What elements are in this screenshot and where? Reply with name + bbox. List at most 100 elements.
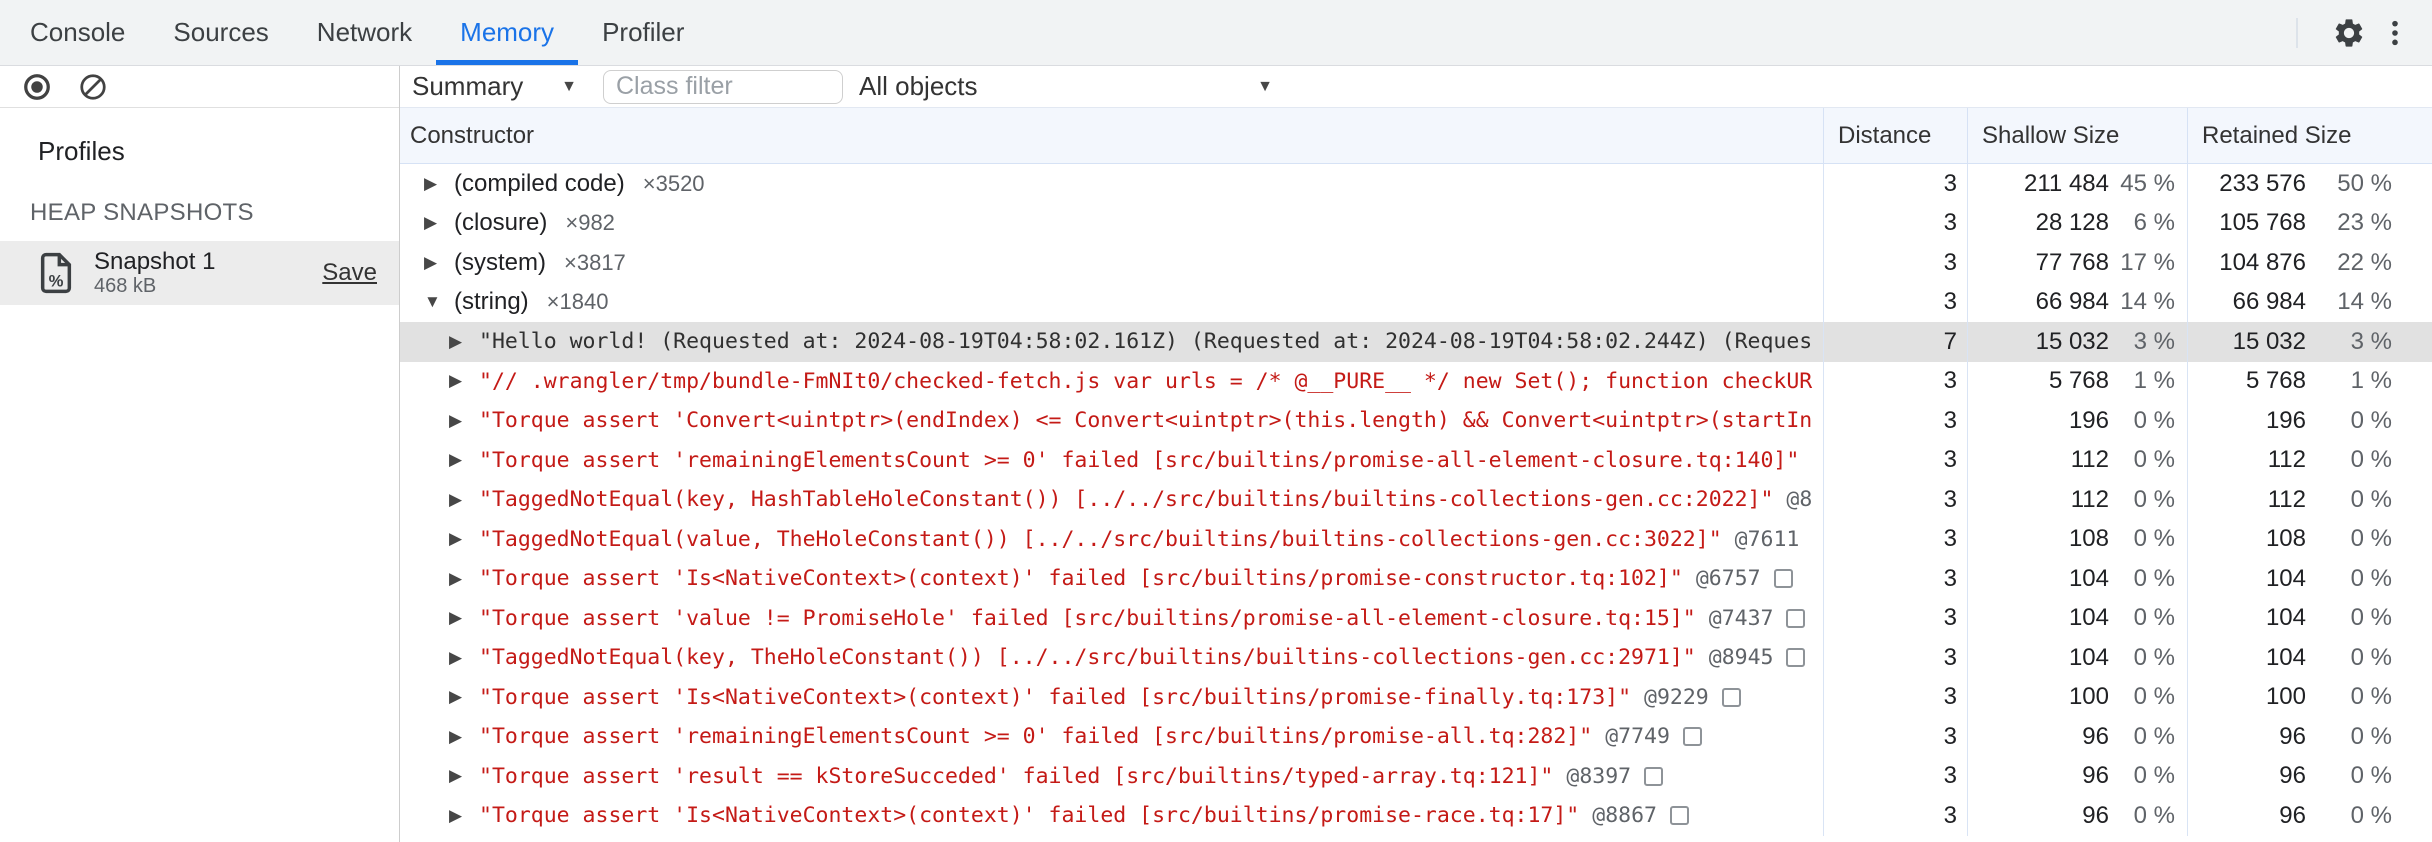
- size-percent: 14 %: [2120, 288, 2175, 316]
- expand-triangle-icon[interactable]: ▶: [449, 687, 479, 707]
- box-icon[interactable]: [1644, 766, 1664, 786]
- size-value: 104: [2068, 643, 2109, 671]
- expand-triangle-icon[interactable]: ▶: [424, 253, 454, 273]
- string-value: "Torque assert 'value != PromiseHole' fa…: [479, 605, 1696, 631]
- size-percent: 0 %: [2350, 683, 2392, 711]
- collapse-triangle-icon[interactable]: ▼: [424, 292, 454, 312]
- shallow-size-cell: 112 0 %: [1967, 440, 2187, 480]
- retained-size-cell: 112 0 %: [2187, 440, 2432, 480]
- size-percent: 3 %: [2133, 327, 2175, 355]
- table-row[interactable]: ▶ (system) ×3817 3 77 768 17 % 104 876 22 %: [400, 243, 2432, 283]
- size-percent: 0 %: [2350, 762, 2392, 790]
- distance-column-header[interactable]: Distance: [1823, 108, 1967, 163]
- heap-snapshot-item[interactable]: % Snapshot 1 468 kB Save: [0, 241, 399, 305]
- tab-profiler[interactable]: Profiler: [578, 0, 708, 65]
- table-row[interactable]: ▶ "Torque assert 'remainingElementsCount …: [400, 717, 2432, 757]
- expand-triangle-icon[interactable]: ▶: [449, 371, 479, 391]
- box-icon[interactable]: [1786, 608, 1806, 628]
- shallow-size-cell: 108 0 %: [1967, 519, 2187, 559]
- constructor-cell: ▶ "Torque assert 'Is<NativeContext>(conte…: [400, 678, 1823, 718]
- size-value: 15 032: [2232, 327, 2306, 355]
- size-percent: 0 %: [2133, 604, 2175, 632]
- retained-size-cell: 104 0 %: [2187, 598, 2432, 638]
- distance-cell: 3: [1823, 282, 1967, 322]
- table-row[interactable]: ▶ "Torque assert 'Is<NativeContext>(conte…: [400, 677, 2432, 718]
- object-id: @7437: [1708, 605, 1774, 631]
- table-row[interactable]: ▶ "Torque assert 'value != PromiseHole' f…: [400, 598, 2432, 638]
- tab-memory[interactable]: Memory: [436, 0, 578, 65]
- table-row[interactable]: ▶ "TaggedNotEqual(key, TheHoleConstant())…: [400, 638, 2432, 678]
- expand-triangle-icon[interactable]: ▶: [449, 332, 479, 352]
- record-icon: [24, 73, 50, 100]
- table-row[interactable]: ▶ "TaggedNotEqual(value, TheHoleConstant(…: [400, 519, 2432, 559]
- expand-triangle-icon[interactable]: ▶: [449, 608, 479, 628]
- size-percent: 0 %: [2350, 722, 2392, 750]
- object-filter-select[interactable]: All objects ▼: [859, 71, 1279, 102]
- class-filter-input[interactable]: [603, 69, 843, 104]
- size-value: 196: [2265, 406, 2306, 434]
- shallow-size-cell: 5 768 1 %: [1967, 361, 2187, 401]
- size-value: 15 032: [2035, 327, 2109, 355]
- tab-console[interactable]: Console: [6, 0, 149, 65]
- table-row[interactable]: ▶ (closure) ×982 3 28 128 6 % 105 768 23 %: [400, 203, 2432, 243]
- constructor-cell: ▶ "Torque assert 'result == kStoreSuccede…: [400, 757, 1823, 797]
- settings-button[interactable]: [2326, 10, 2372, 56]
- size-percent: 0 %: [2350, 643, 2392, 671]
- box-icon[interactable]: [1721, 687, 1741, 707]
- expand-triangle-icon[interactable]: ▶: [424, 174, 454, 194]
- size-value: 96: [2082, 722, 2109, 750]
- table-row[interactable]: ▶ (compiled code) ×3520 3 211 484 45 % 233 576…: [400, 164, 2432, 204]
- size-value: 112: [2267, 485, 2306, 513]
- string-value: "TaggedNotEqual(key, HashTableHoleConsta…: [479, 487, 1774, 513]
- constructor-column-header[interactable]: Constructor: [400, 122, 1823, 150]
- shallow-size-column-header[interactable]: Shallow Size: [1967, 108, 2187, 163]
- clear-profiles-button[interactable]: [70, 64, 116, 110]
- more-options-button[interactable]: [2372, 10, 2418, 56]
- size-percent: 0 %: [2350, 485, 2392, 513]
- size-percent: 0 %: [2350, 564, 2392, 592]
- expand-triangle-icon[interactable]: ▶: [449, 766, 479, 786]
- expand-triangle-icon[interactable]: ▶: [449, 450, 479, 470]
- retained-size-column-header[interactable]: Retained Size: [2187, 108, 2432, 163]
- table-row[interactable]: ▶ "Hello world! (Requested at: 2024-08-19…: [400, 322, 2432, 362]
- profiles-sidebar: Profiles HEAP SNAPSHOTS % Snapshot 1 468…: [0, 66, 400, 842]
- table-row[interactable]: ▼ (string) ×1840 3 66 984 14 % 66 984 14 %: [400, 282, 2432, 322]
- record-button[interactable]: [14, 64, 60, 110]
- shallow-size-cell: 100 0 %: [1967, 677, 2187, 717]
- expand-triangle-icon[interactable]: ▶: [449, 727, 479, 747]
- gear-icon: [2335, 18, 2363, 47]
- chevron-down-icon: ▼: [561, 77, 577, 95]
- table-row[interactable]: ▶ "Torque assert 'result == kStoreSuccede…: [400, 756, 2432, 797]
- size-percent: 0 %: [2350, 604, 2392, 632]
- size-percent: 0 %: [2133, 801, 2175, 829]
- table-row[interactable]: ▶ "Torque assert 'remainingElementsCount …: [400, 440, 2432, 480]
- box-icon[interactable]: [1786, 648, 1806, 668]
- table-row[interactable]: ▶ "Torque assert 'Is<NativeContext>(conte…: [400, 559, 2432, 599]
- table-row[interactable]: ▶ "TaggedNotEqual(key, HashTableHoleConst…: [400, 480, 2432, 520]
- distance-cell: 3: [1823, 164, 1967, 204]
- table-row[interactable]: ▶ "Torque assert 'Convert<uintptr>(endInd…: [400, 401, 2432, 441]
- tab-network[interactable]: Network: [293, 0, 436, 65]
- box-icon[interactable]: [1682, 727, 1702, 747]
- object-id: @8945: [1708, 645, 1774, 671]
- expand-triangle-icon[interactable]: ▶: [449, 490, 479, 510]
- expand-triangle-icon[interactable]: ▶: [449, 529, 479, 549]
- size-value: 5 768: [2245, 367, 2306, 395]
- table-row[interactable]: ▶ "// .wrangler/tmp/bundle-FmNIt0/checked…: [400, 361, 2432, 401]
- expand-triangle-icon[interactable]: ▶: [449, 411, 479, 431]
- expand-triangle-icon[interactable]: ▶: [449, 569, 479, 589]
- save-snapshot-link[interactable]: Save: [322, 259, 377, 287]
- table-row[interactable]: ▶ "Torque assert 'Is<NativeContext>(conte…: [400, 796, 2432, 836]
- box-icon[interactable]: [1669, 806, 1689, 826]
- expand-triangle-icon[interactable]: ▶: [449, 648, 479, 668]
- expand-triangle-icon[interactable]: ▶: [449, 806, 479, 826]
- perspective-select[interactable]: Summary ▼: [412, 71, 577, 102]
- box-icon[interactable]: [1773, 569, 1793, 589]
- expand-triangle-icon[interactable]: ▶: [424, 213, 454, 233]
- size-percent: 0 %: [2133, 643, 2175, 671]
- shallow-size-cell: 104 0 %: [1967, 559, 2187, 599]
- distance-cell: 7: [1823, 322, 1967, 362]
- tab-sources[interactable]: Sources: [149, 0, 292, 65]
- constructor-group-label: (closure): [454, 209, 548, 237]
- chevron-down-icon: ▼: [1257, 77, 1273, 95]
